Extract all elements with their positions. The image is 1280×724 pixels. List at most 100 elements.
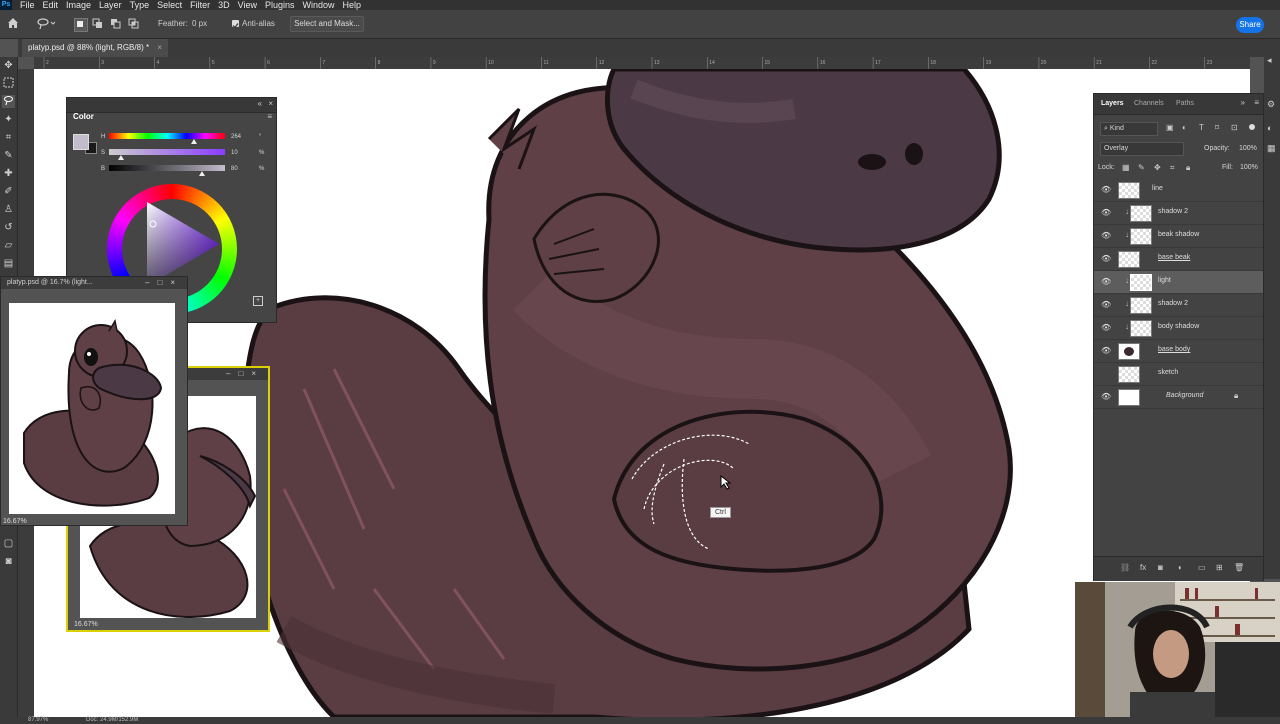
visibility-eye-icon[interactable]: 👁︎ [1101, 323, 1111, 332]
lock-pixels-icon[interactable]: ✎ [1138, 163, 1145, 172]
menu-type[interactable]: Type [130, 0, 150, 10]
visibility-hidden-icon[interactable] [1101, 369, 1110, 378]
navigator-2-titlebar[interactable]: –□× [188, 368, 268, 380]
quick-mask-icon[interactable]: ◙ [2, 555, 15, 568]
lasso-icon[interactable] [2, 95, 15, 108]
new-selection-icon[interactable] [74, 18, 88, 32]
menu-3d[interactable]: 3D [218, 0, 230, 10]
close-tab-icon[interactable]: × [157, 43, 162, 52]
filter-toggle-icon[interactable] [1249, 124, 1255, 130]
layer-row-base-body[interactable]: 👁︎ base body [1094, 340, 1263, 363]
layer-name[interactable]: base beak [1158, 254, 1190, 261]
link-layers-icon[interactable]: ⛓︎ [1120, 563, 1130, 572]
panel-menu-icon[interactable]: ≡ [267, 112, 272, 121]
libraries-icon[interactable]: ▦ [1267, 143, 1276, 154]
add-mask-icon[interactable]: ◙ [1158, 563, 1163, 572]
menu-layer[interactable]: Layer [99, 0, 122, 10]
b-value[interactable]: 80 [231, 166, 238, 172]
tab-channels[interactable]: Channels [1134, 100, 1164, 107]
lock-transparent-icon[interactable]: ▦ [1122, 163, 1130, 172]
visibility-eye-icon[interactable]: 👁︎ [1101, 254, 1111, 263]
menu-filter[interactable]: Filter [190, 0, 210, 10]
tab-layers[interactable]: Layers [1101, 100, 1124, 107]
fill-input[interactable]: 100% [1240, 164, 1258, 171]
layer-name[interactable]: shadow 2 [1158, 208, 1188, 215]
layer-name[interactable]: sketch [1158, 369, 1178, 376]
visibility-eye-icon[interactable]: 👁︎ [1101, 277, 1111, 286]
layer-row-beak-shadow[interactable]: 👁︎ ↓ beak shadow [1094, 225, 1263, 248]
delete-layer-icon[interactable]: 🗑︎ [1234, 563, 1244, 572]
add-swatch-icon[interactable]: + [253, 296, 263, 306]
layer-row-sketch[interactable]: sketch [1094, 363, 1263, 386]
menu-image[interactable]: Image [66, 0, 91, 10]
filter-pixel-icon[interactable]: ▣ [1166, 123, 1174, 132]
s-slider[interactable] [109, 149, 225, 155]
document-tab[interactable]: platyp.psd @ 88% (light, RGB/8) * × [22, 39, 168, 57]
menu-help[interactable]: Help [343, 0, 362, 10]
lasso-tool-icon[interactable] [36, 17, 56, 31]
home-icon[interactable] [6, 16, 20, 30]
h-slider-thumb[interactable] [190, 139, 197, 144]
filter-adjust-icon[interactable]: ◐ [1182, 123, 1187, 132]
s-value[interactable]: 10 [231, 150, 238, 156]
menu-edit[interactable]: Edit [43, 0, 59, 10]
eraser-icon[interactable]: ▱ [2, 239, 15, 252]
visibility-eye-icon[interactable]: 👁︎ [1101, 231, 1111, 240]
feather-input[interactable]: 0 px [192, 19, 207, 28]
visibility-eye-icon[interactable]: 👁︎ [1101, 208, 1111, 217]
layer-name[interactable]: shadow 2 [1158, 300, 1188, 307]
menu-select[interactable]: Select [157, 0, 182, 10]
layer-row-light[interactable]: 👁︎ ↓ light [1094, 271, 1263, 294]
menu-plugins[interactable]: Plugins [265, 0, 295, 10]
layer-style-icon[interactable]: fx [1140, 563, 1146, 572]
layer-name[interactable]: line [1152, 185, 1163, 192]
layer-row-shadow-2b[interactable]: 👁︎ ↓ shadow 2 [1094, 294, 1263, 317]
panel-menu-icon[interactable]: ≡ [1254, 98, 1259, 107]
properties-icon[interactable]: ⚙ [1267, 99, 1275, 110]
filter-smart-icon[interactable]: ⊡ [1231, 123, 1238, 132]
intersect-selection-icon[interactable] [128, 18, 140, 30]
adjustment-layer-icon[interactable]: ◐ [1178, 563, 1183, 572]
marquee-tool-icon[interactable] [2, 77, 15, 90]
foreground-swatch[interactable] [73, 134, 89, 150]
visibility-eye-icon[interactable]: 👁︎ [1101, 346, 1111, 355]
layer-name[interactable]: base body [1158, 346, 1190, 353]
window-controls[interactable]: –□× [226, 368, 264, 380]
menu-window[interactable]: Window [303, 0, 335, 10]
h-slider[interactable] [109, 133, 225, 139]
layer-filter-select[interactable]: ⌕ Kind [1100, 122, 1158, 136]
visibility-eye-icon[interactable]: 👁︎ [1101, 300, 1111, 309]
layer-row-shadow-2[interactable]: 👁︎ ↓ shadow 2 [1094, 202, 1263, 225]
visibility-eye-icon[interactable]: 👁︎ [1101, 392, 1111, 401]
collapse-icon[interactable]: » [1241, 98, 1245, 107]
status-zoom[interactable]: 87.97% [28, 717, 48, 723]
tab-paths[interactable]: Paths [1176, 100, 1194, 107]
eyedropper-icon[interactable]: ✎ [2, 149, 15, 162]
collapse-icon[interactable]: « [258, 99, 262, 108]
menu-file[interactable]: File [20, 0, 35, 10]
brush-tool-icon[interactable]: ✐ [2, 185, 15, 198]
layer-row-background[interactable]: 👁︎ Background 🔒︎ [1094, 386, 1263, 409]
visibility-eye-icon[interactable]: 👁︎ [1101, 185, 1111, 194]
lock-all-icon[interactable]: 🔒︎ [1186, 163, 1190, 173]
layer-row-body-shadow[interactable]: 👁︎ ↓ body shadow [1094, 317, 1263, 340]
close-panel-icon[interactable]: × [268, 99, 273, 108]
layer-name[interactable]: body shadow [1158, 323, 1199, 330]
photoshop-logo[interactable]: Ps [0, 0, 12, 10]
lock-position-icon[interactable]: ✥ [1154, 163, 1161, 172]
h-value[interactable]: 264 [231, 134, 241, 140]
clone-stamp-icon[interactable]: ♙ [2, 203, 15, 216]
navigator-window-1[interactable]: platyp.psd @ 16.7% (light... –□× 16.67% [0, 276, 188, 526]
layer-name[interactable]: Background [1166, 392, 1203, 399]
blend-mode-select[interactable]: Overlay [1100, 142, 1184, 156]
subtract-selection-icon[interactable] [110, 18, 122, 30]
color-tab[interactable]: Color [73, 112, 94, 121]
select-and-mask-button[interactable]: Select and Mask... [290, 16, 364, 32]
move-tool-icon[interactable]: ✥ [2, 59, 15, 72]
b-slider[interactable] [109, 165, 225, 171]
screen-mode-icon[interactable]: ▢ [2, 537, 15, 550]
magic-wand-icon[interactable]: ✦ [2, 113, 15, 126]
healing-brush-icon[interactable]: ✚ [2, 167, 15, 180]
history-brush-icon[interactable]: ↺ [2, 221, 15, 234]
filter-shape-icon[interactable]: ⌑ [1215, 123, 1219, 132]
